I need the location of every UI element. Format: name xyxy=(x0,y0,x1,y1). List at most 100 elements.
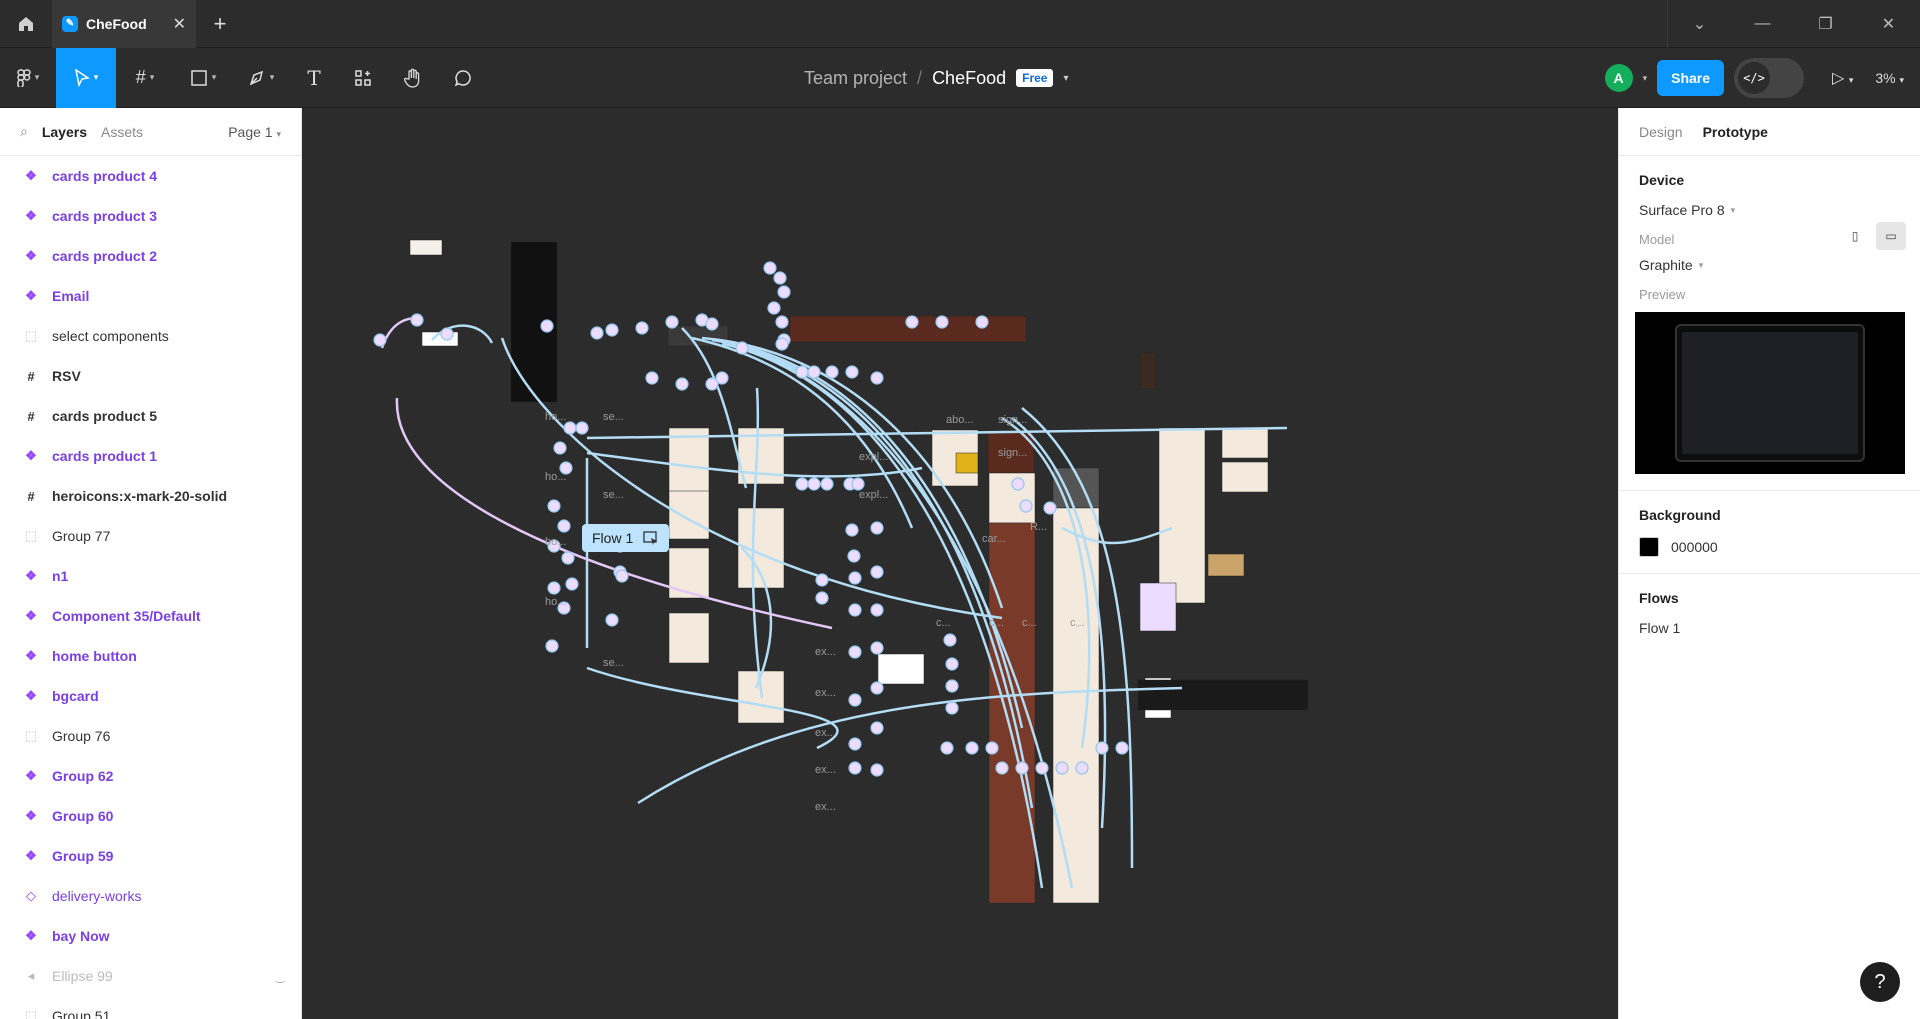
connection-node[interactable] xyxy=(815,591,829,605)
canvas-frame[interactable] xyxy=(1139,352,1157,390)
flow-item[interactable]: Flow 1 xyxy=(1639,620,1900,636)
connection-node[interactable] xyxy=(795,365,809,379)
layer-row[interactable]: ❖ bay Now xyxy=(0,916,301,956)
connection-node[interactable] xyxy=(870,603,884,617)
layer-row[interactable]: ❖ cards product 3 xyxy=(0,196,301,236)
connection-node[interactable] xyxy=(1035,761,1049,775)
chevron-down-icon[interactable]: ▾ xyxy=(1063,73,1068,84)
tab-layers[interactable]: Layers xyxy=(42,124,87,140)
zoom-level[interactable]: 3% ▾ xyxy=(1875,70,1904,86)
device-select[interactable]: Surface Pro 8 ▾ xyxy=(1639,202,1900,218)
canvas-frame[interactable] xyxy=(1221,461,1269,493)
tab-assets[interactable]: Assets xyxy=(101,124,143,140)
canvas-frame[interactable] xyxy=(667,325,729,347)
connection-node[interactable] xyxy=(995,761,1009,775)
minimize-icon[interactable]: — xyxy=(1731,0,1794,48)
share-button[interactable]: Share xyxy=(1657,60,1725,96)
connection-node[interactable] xyxy=(943,633,957,647)
help-button[interactable]: ? xyxy=(1860,962,1900,1002)
canvas-frame[interactable] xyxy=(988,472,1036,524)
connection-node[interactable] xyxy=(735,341,749,355)
connection-node[interactable] xyxy=(848,571,862,585)
plan-badge[interactable]: Free xyxy=(1016,69,1054,87)
connection-node[interactable] xyxy=(557,519,571,533)
connection-node[interactable] xyxy=(547,581,561,595)
layer-row[interactable]: ❖ cards product 1 xyxy=(0,436,301,476)
canvas-frame[interactable] xyxy=(668,612,710,664)
connection-node[interactable] xyxy=(715,371,729,385)
comment-tool[interactable] xyxy=(438,48,488,108)
connection-node[interactable] xyxy=(848,761,862,775)
connection-node[interactable] xyxy=(775,315,789,329)
connection-node[interactable] xyxy=(705,317,719,331)
canvas-frame[interactable] xyxy=(1158,427,1206,604)
prototype-canvas[interactable]: ho... se... ho... se... ho... ho... se... expl.… xyxy=(302,108,1618,1019)
connection-node[interactable] xyxy=(1043,501,1057,515)
connection-node[interactable] xyxy=(848,603,862,617)
model-select[interactable]: Graphite ▾ xyxy=(1639,257,1900,273)
connection-node[interactable] xyxy=(815,573,829,587)
connection-node[interactable] xyxy=(563,421,577,435)
connection-node[interactable] xyxy=(605,613,619,627)
layer-row[interactable]: ❖ Email xyxy=(0,276,301,316)
flow-starting-point[interactable]: Flow 1 xyxy=(582,524,670,552)
layer-row[interactable]: ❖ Group 59 xyxy=(0,836,301,876)
pen-tool[interactable]: ▾ xyxy=(232,48,290,108)
connection-node[interactable] xyxy=(553,441,567,455)
landscape-icon[interactable]: ▭ xyxy=(1876,222,1906,250)
connection-node[interactable] xyxy=(870,565,884,579)
connection-node[interactable] xyxy=(1011,477,1025,491)
canvas-frame[interactable] xyxy=(1139,582,1177,632)
connection-node[interactable] xyxy=(807,477,821,491)
layer-row[interactable]: ❖ Group 62 xyxy=(0,756,301,796)
connection-node[interactable] xyxy=(1095,741,1109,755)
canvas-frame[interactable] xyxy=(668,547,710,599)
connection-node[interactable] xyxy=(775,337,789,351)
connection-node[interactable] xyxy=(440,327,454,341)
layer-row[interactable]: ⬚ Group 51 xyxy=(0,996,301,1019)
background-swatch[interactable] xyxy=(1639,537,1659,557)
canvas-frame[interactable] xyxy=(1137,679,1309,711)
connection-node[interactable] xyxy=(807,365,821,379)
connection-node[interactable] xyxy=(1015,761,1029,775)
connection-node[interactable] xyxy=(645,371,659,385)
tab-prototype[interactable]: Prototype xyxy=(1703,124,1768,140)
connection-node[interactable] xyxy=(845,365,859,379)
layer-row[interactable]: ❖ bgcard xyxy=(0,676,301,716)
home-button[interactable] xyxy=(0,0,52,48)
connection-node[interactable] xyxy=(870,681,884,695)
canvas-frame[interactable] xyxy=(409,239,443,256)
canvas-frame[interactable] xyxy=(1221,427,1269,459)
connection-node[interactable] xyxy=(635,321,649,335)
connection-node[interactable] xyxy=(820,477,834,491)
layer-row[interactable]: ⬚ Group 76 xyxy=(0,716,301,756)
connection-node[interactable] xyxy=(945,657,959,671)
connection-node[interactable] xyxy=(848,645,862,659)
search-icon[interactable]: ⌕ xyxy=(20,123,28,140)
hand-tool[interactable] xyxy=(388,48,438,108)
layer-row[interactable]: ⬚ select components xyxy=(0,316,301,356)
layer-row[interactable]: ◂ Ellipse 99 ‿ xyxy=(0,956,301,996)
connection-node[interactable] xyxy=(561,551,575,565)
connection-node[interactable] xyxy=(1075,761,1089,775)
connection-node[interactable] xyxy=(777,285,791,299)
restore-icon[interactable]: ❐ xyxy=(1794,0,1857,48)
background-hex[interactable]: 000000 xyxy=(1671,539,1718,555)
chevron-down-icon[interactable]: ⌄ xyxy=(1668,0,1731,48)
connection-node[interactable] xyxy=(848,737,862,751)
close-icon[interactable]: ✕ xyxy=(1857,0,1920,48)
connection-node[interactable] xyxy=(605,323,619,337)
connection-node[interactable] xyxy=(590,326,604,340)
text-tool[interactable]: T xyxy=(290,48,338,108)
layer-row[interactable]: # RSV xyxy=(0,356,301,396)
connection-node[interactable] xyxy=(825,365,839,379)
play-flow-icon[interactable] xyxy=(643,530,659,546)
canvas-frame[interactable] xyxy=(1207,553,1245,577)
connection-node[interactable] xyxy=(773,271,787,285)
layer-row[interactable]: # heroicons:x-mark-20-solid xyxy=(0,476,301,516)
connection-node[interactable] xyxy=(373,333,387,347)
connection-node[interactable] xyxy=(1055,761,1069,775)
connection-node[interactable] xyxy=(935,315,949,329)
dev-mode-toggle[interactable]: </> xyxy=(1734,58,1805,98)
connection-node[interactable] xyxy=(675,377,689,391)
